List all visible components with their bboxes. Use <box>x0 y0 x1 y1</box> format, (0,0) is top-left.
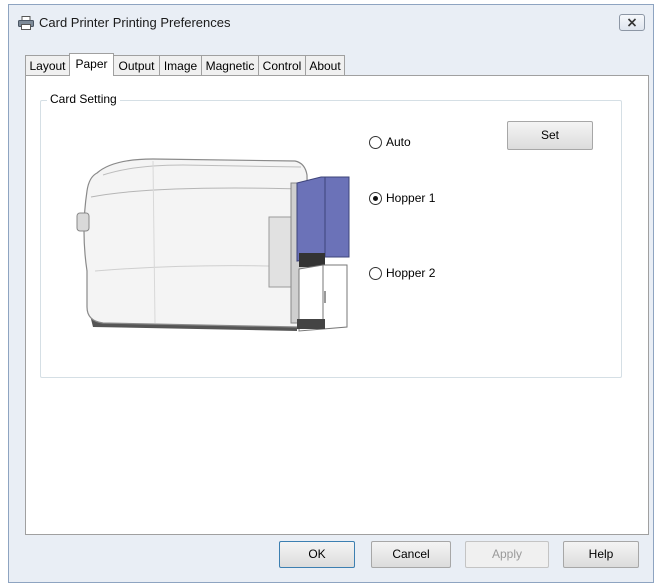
card-setting-group: Card Setting Auto Hopper 1 Hopper 2 Set <box>40 92 622 378</box>
auto-radio-indicator <box>369 135 382 149</box>
card-printer-illustration <box>76 158 350 332</box>
hopper-1-radio[interactable]: Hopper 1 <box>369 191 435 205</box>
ok-button[interactable]: OK <box>279 541 355 568</box>
cancel-button[interactable]: Cancel <box>371 541 451 568</box>
help-button[interactable]: Help <box>563 541 639 568</box>
hopper-2-radio[interactable]: Hopper 2 <box>369 266 435 280</box>
tab-output[interactable]: Output <box>113 55 160 75</box>
close-button[interactable] <box>619 14 645 31</box>
auto-radio[interactable]: Auto <box>369 135 411 149</box>
window-title: Card Printer Printing Preferences <box>39 15 231 30</box>
tab-layout[interactable]: Layout <box>25 55 70 75</box>
hopper-1-radio-indicator <box>369 191 382 205</box>
set-button[interactable]: Set <box>507 121 593 150</box>
auto-radio-label: Auto <box>386 135 411 149</box>
apply-button[interactable]: Apply <box>465 541 549 568</box>
preferences-window: Card Printer Printing Preferences Layout… <box>8 4 654 583</box>
close-icon <box>627 18 637 27</box>
paper-tab-panel: Card Setting Auto Hopper 1 Hopper 2 Set <box>25 75 649 535</box>
tab-about[interactable]: About <box>305 55 345 75</box>
tab-magnetic[interactable]: Magnetic <box>201 55 259 75</box>
title-bar: Card Printer Printing Preferences <box>9 5 653 39</box>
card-setting-label: Card Setting <box>47 92 120 106</box>
tab-paper[interactable]: Paper <box>69 53 114 76</box>
printer-icon <box>18 16 34 30</box>
tab-control[interactable]: Control <box>258 55 306 75</box>
hopper-2-radio-indicator <box>369 266 382 280</box>
hopper-1-radio-label: Hopper 1 <box>386 191 436 205</box>
hopper-2-radio-label: Hopper 2 <box>386 266 436 280</box>
tab-image[interactable]: Image <box>159 55 202 75</box>
